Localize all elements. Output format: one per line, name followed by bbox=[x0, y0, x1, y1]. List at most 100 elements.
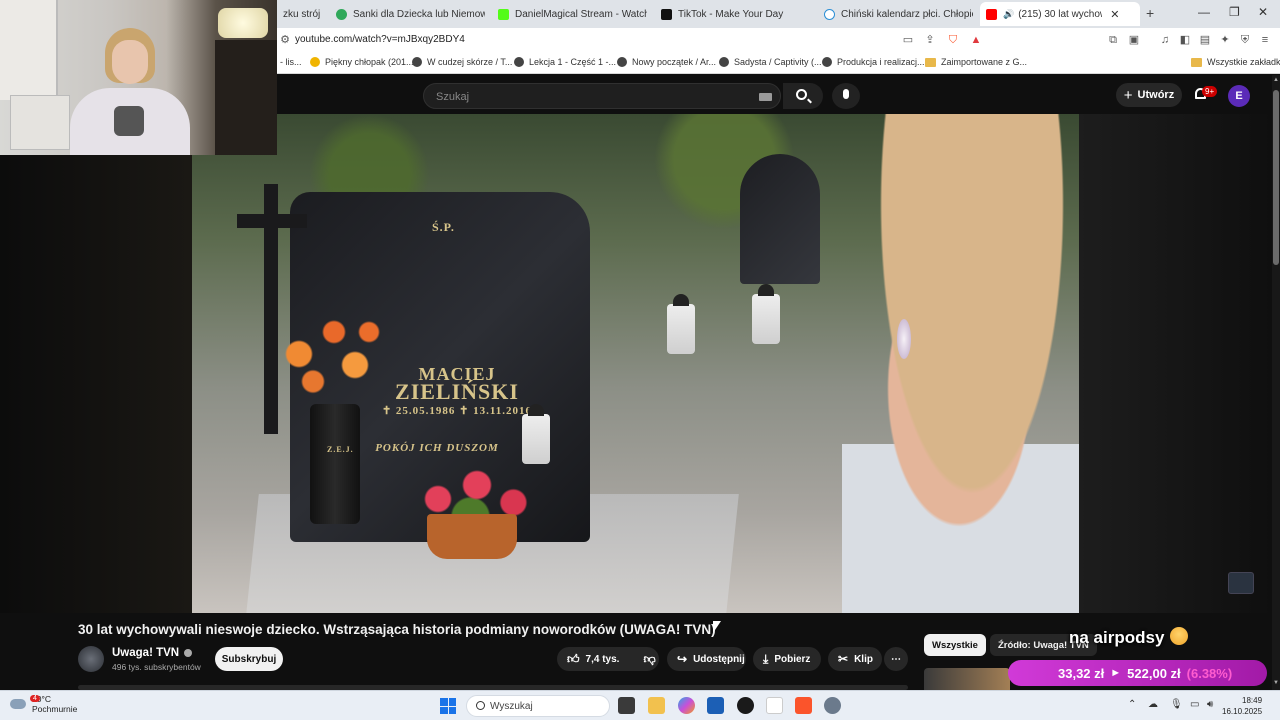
youtube-favicon-icon bbox=[986, 8, 997, 20]
obs-icon[interactable] bbox=[737, 697, 754, 714]
screenshot-icon[interactable]: ▣ bbox=[1127, 33, 1141, 47]
bookmark-item[interactable]: Lekcja 1 - Część 1 -... bbox=[514, 57, 616, 67]
task-view-icon[interactable] bbox=[618, 697, 635, 714]
more-icon: ⋯ bbox=[891, 653, 901, 665]
system-clock[interactable]: 18:49 16.10.2025 bbox=[1222, 695, 1262, 717]
tray-chevron-icon[interactable]: ⌃ bbox=[1128, 699, 1136, 710]
folder-icon bbox=[925, 57, 936, 67]
display-icon[interactable]: ▭ bbox=[1190, 699, 1199, 710]
share-label: Udostępnij bbox=[693, 653, 745, 665]
tab-4[interactable]: TikTok - Make Your Day bbox=[655, 4, 810, 24]
tab-1[interactable]: zku strój w bbox=[277, 4, 322, 24]
voice-search-button[interactable] bbox=[832, 83, 860, 109]
channel-name[interactable]: Uwaga! TVN bbox=[112, 647, 193, 659]
close-window-button[interactable]: ✕ bbox=[1258, 5, 1268, 19]
donation-percent: (6.38%) bbox=[1186, 665, 1233, 681]
bookmark-item[interactable]: Nowy początek / Ar... bbox=[617, 57, 716, 67]
brave-rewards-icon[interactable]: ▲ bbox=[969, 33, 983, 47]
scroll-up-icon[interactable]: ▲ bbox=[1273, 77, 1279, 83]
more-actions-button[interactable]: ⋯ bbox=[884, 647, 908, 671]
bookmark-favicon-icon bbox=[310, 57, 320, 67]
share-button[interactable]: ↪ Udostępnij bbox=[667, 647, 746, 671]
scene-earring bbox=[897, 319, 911, 359]
video-frame[interactable]: Ś.P. MACIEJ ZIELIŃSKI ✝ 25.05.1986 ✝ 13.… bbox=[192, 114, 1079, 613]
bookmark-item[interactable]: Sadysta / Captivity (... bbox=[719, 57, 822, 67]
search-button[interactable] bbox=[783, 83, 823, 109]
like-icon[interactable]: 👍︎ bbox=[567, 652, 580, 667]
create-button[interactable]: + Utwórz bbox=[1116, 83, 1182, 107]
all-bookmarks-folder[interactable]: Wszystkie zakładki bbox=[1191, 57, 1280, 67]
engraving-sp: Ś.P. bbox=[432, 220, 455, 234]
player-backdrop-right bbox=[1079, 114, 1272, 613]
taskbar-search-label: Wyszukaj bbox=[490, 701, 533, 712]
account-avatar[interactable]: E bbox=[1228, 85, 1250, 107]
bookmark-folder[interactable]: Zaimportowane z G... bbox=[925, 57, 1027, 67]
close-tab-icon[interactable]: ✕ bbox=[1110, 8, 1119, 21]
minimize-button[interactable]: — bbox=[1198, 5, 1210, 19]
share-page-icon[interactable]: ⇪ bbox=[923, 33, 937, 47]
copilot-icon[interactable] bbox=[678, 697, 695, 714]
volume-icon[interactable]: 🔊︎ bbox=[1207, 699, 1213, 710]
bookmark-item[interactable]: W cudzej skórze / T... bbox=[412, 57, 512, 67]
download-button[interactable]: ⤓ Pobierz bbox=[753, 647, 821, 671]
weather-desc: Pochmurnie bbox=[32, 704, 78, 714]
restore-button[interactable]: ❐ bbox=[1229, 5, 1240, 19]
vpn-icon[interactable]: ⛨ bbox=[1238, 33, 1252, 47]
recommended-video-thumbnail[interactable] bbox=[924, 668, 1010, 690]
sidebar-icon[interactable]: ◧ bbox=[1178, 33, 1192, 47]
scroll-down-icon[interactable]: ▼ bbox=[1273, 680, 1279, 686]
app-window-icon[interactable] bbox=[766, 697, 783, 714]
subscribe-button[interactable]: Subskrybuj bbox=[215, 647, 283, 671]
media-icon[interactable]: ♫ bbox=[1158, 33, 1172, 47]
brave-shield-icon[interactable]: ⛉ bbox=[946, 33, 960, 47]
file-explorer-icon[interactable] bbox=[648, 697, 665, 714]
clip-button[interactable]: ✂ Klip bbox=[828, 647, 882, 671]
extensions-icon[interactable]: ⧉ bbox=[1106, 33, 1120, 47]
weather-badge: 4 bbox=[30, 695, 40, 702]
leo-ai-icon[interactable]: ✦ bbox=[1218, 33, 1232, 47]
scene-cross-bar bbox=[237, 214, 307, 228]
dislike-icon[interactable]: 👎︎ bbox=[643, 652, 655, 667]
bookmark-item[interactable]: Produkcja i realizacj... bbox=[822, 57, 925, 67]
tab-2[interactable]: Sanki dla Dziecka lub Niemowlaka Sa bbox=[330, 4, 485, 24]
search-input[interactable]: Szukaj bbox=[423, 83, 781, 109]
bookmark-favicon-icon bbox=[822, 57, 832, 67]
webcam-shirt-print bbox=[114, 106, 144, 136]
taskbar-search[interactable]: Wyszukaj bbox=[466, 695, 610, 717]
new-tab-button[interactable]: + bbox=[1146, 5, 1154, 21]
site-info-icon[interactable]: ⚙ bbox=[278, 33, 292, 47]
wallet-icon[interactable]: ▤ bbox=[1198, 33, 1212, 47]
webcam-person bbox=[70, 28, 190, 155]
bookmark-label: Piękny chłopak (201... bbox=[325, 57, 414, 67]
weather-widget[interactable]: 4 10°C Pochmurnie bbox=[10, 694, 77, 714]
like-count[interactable]: 7,4 tys. bbox=[586, 654, 620, 665]
donation-goal-text: na airpodsy bbox=[1069, 628, 1165, 647]
keyboard-icon[interactable] bbox=[759, 93, 772, 101]
page-scrollbar[interactable]: ▲ ▼ bbox=[1272, 75, 1280, 690]
microphone-icon[interactable]: 🎙︎ bbox=[1170, 699, 1183, 710]
store-icon[interactable] bbox=[707, 697, 724, 714]
brave-browser-icon[interactable] bbox=[795, 697, 812, 714]
onedrive-icon[interactable]: ☁ bbox=[1148, 699, 1158, 710]
windows-start-icon[interactable] bbox=[440, 698, 456, 714]
chip-all[interactable]: Wszystkie bbox=[924, 634, 986, 656]
tab-label: (215) 30 lat wychowywali nie bbox=[1018, 8, 1102, 20]
scrollbar-thumb[interactable] bbox=[1273, 90, 1279, 265]
bookmark-item[interactable]: Piękny chłopak (201... bbox=[310, 57, 414, 67]
site-favicon-icon bbox=[336, 8, 347, 20]
settings-gear-icon[interactable] bbox=[824, 697, 841, 714]
tab-5[interactable]: Chiński kalendarz płci. Chłopiec czy bbox=[818, 4, 973, 24]
streamer-webcam bbox=[0, 0, 277, 155]
tab-3[interactable]: DanielMagical Stream - Watch Live o bbox=[492, 4, 647, 24]
cast-icon[interactable]: ▭ bbox=[901, 33, 915, 47]
endscreen-thumbnail[interactable] bbox=[1228, 572, 1254, 594]
channel-name-text: Uwaga! TVN bbox=[112, 647, 180, 659]
menu-icon[interactable]: ≡ bbox=[1258, 33, 1272, 47]
tab-label: Chiński kalendarz płci. Chłopiec czy bbox=[841, 8, 973, 20]
bookmark-item[interactable]: - lis... bbox=[280, 57, 302, 67]
scene-grave-candle bbox=[752, 284, 780, 344]
like-dislike-group: 👍︎ 7,4 tys. 👎︎ bbox=[557, 647, 659, 671]
tab-youtube-active[interactable]: 🔊(215) 30 lat wychowywali nie ✕ bbox=[980, 2, 1140, 26]
channel-avatar[interactable] bbox=[78, 646, 104, 672]
url-field[interactable]: youtube.com/watch?v=mJBxqy2BDY4 bbox=[295, 34, 465, 45]
